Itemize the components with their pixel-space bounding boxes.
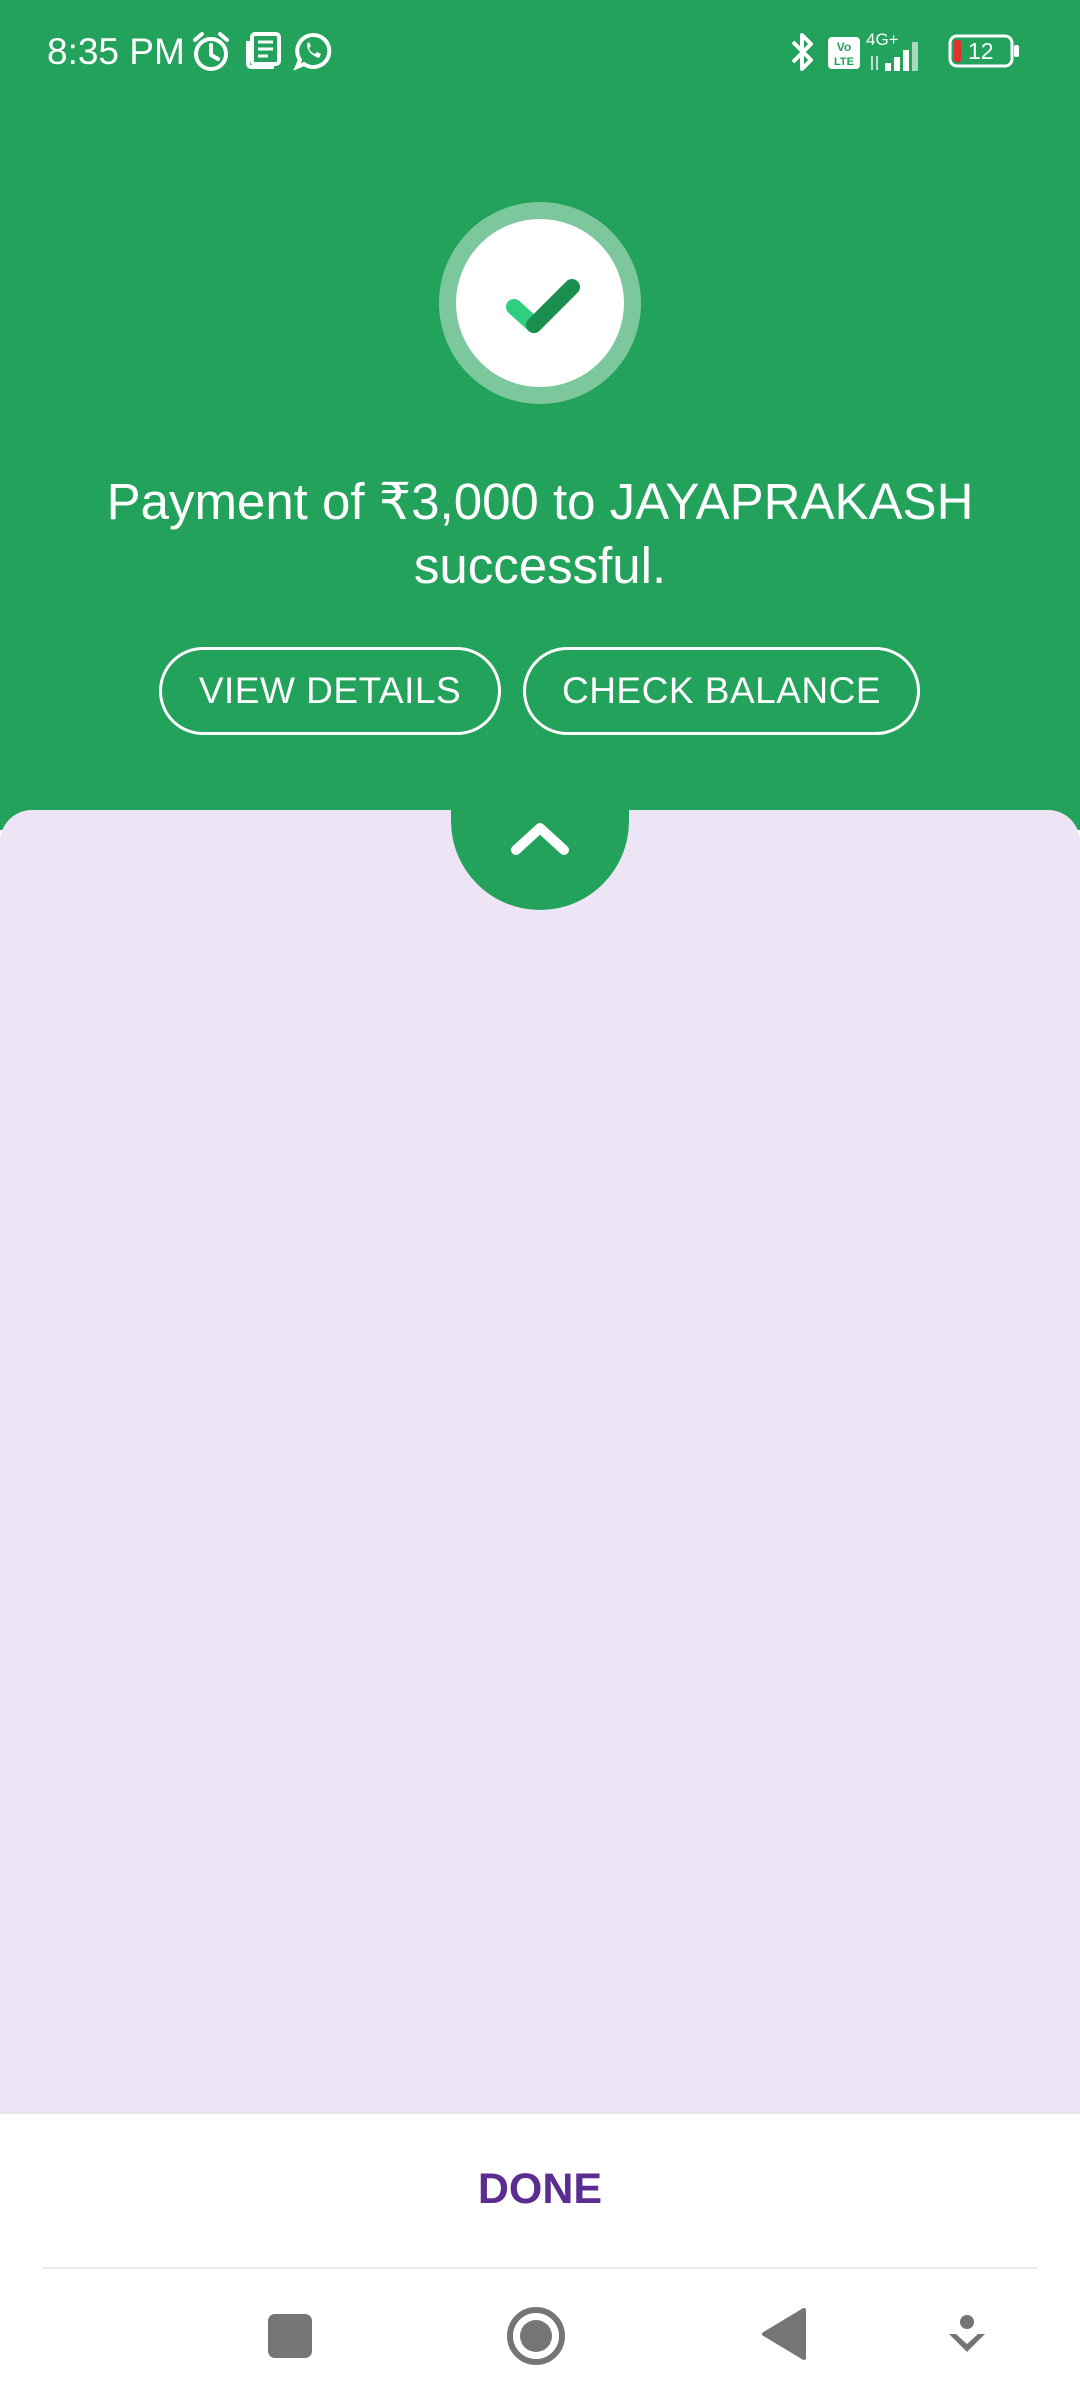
payment-success-message: Payment of ₹3,000 to JAYAPRAKASH success… — [106, 473, 974, 594]
svg-text:LTE: LTE — [834, 56, 854, 68]
view-details-button[interactable]: VIEW DETAILS — [159, 647, 501, 735]
footer-divider — [43, 2267, 1037, 2269]
down-arrow-icon[interactable] — [945, 2314, 989, 2363]
triangle-back-icon[interactable] — [758, 2306, 808, 2367]
check-badge-inner — [456, 219, 624, 387]
volte-icon: Vo LTE — [827, 36, 861, 75]
news-icon — [246, 31, 282, 74]
chevron-up-icon — [511, 823, 569, 855]
navigation-bar — [0, 2270, 1080, 2400]
circle-home-icon[interactable] — [505, 2305, 567, 2372]
status-bar: 8:35 PM Vo LTE 4G+ 12 — [0, 0, 1080, 104]
check-circle-icon — [439, 202, 641, 404]
square-recents-icon[interactable] — [266, 2312, 314, 2365]
whatsapp-icon — [293, 31, 333, 76]
details-sheet[interactable] — [0, 810, 1080, 2112]
battery-level: 12 — [968, 38, 994, 64]
status-time: 8:35 PM — [47, 31, 185, 72]
footer: DONE — [0, 2112, 1080, 2269]
done-button[interactable]: DONE — [390, 2154, 690, 2224]
check-mark-icon — [506, 279, 580, 333]
status-right-icons: Vo LTE 4G+ 12 — [660, 0, 1080, 104]
signal-icon — [868, 30, 930, 77]
svg-text:Vo: Vo — [837, 40, 851, 54]
bluetooth-icon — [789, 31, 815, 78]
alarm-icon — [191, 31, 231, 78]
check-balance-button[interactable]: CHECK BALANCE — [523, 647, 920, 735]
